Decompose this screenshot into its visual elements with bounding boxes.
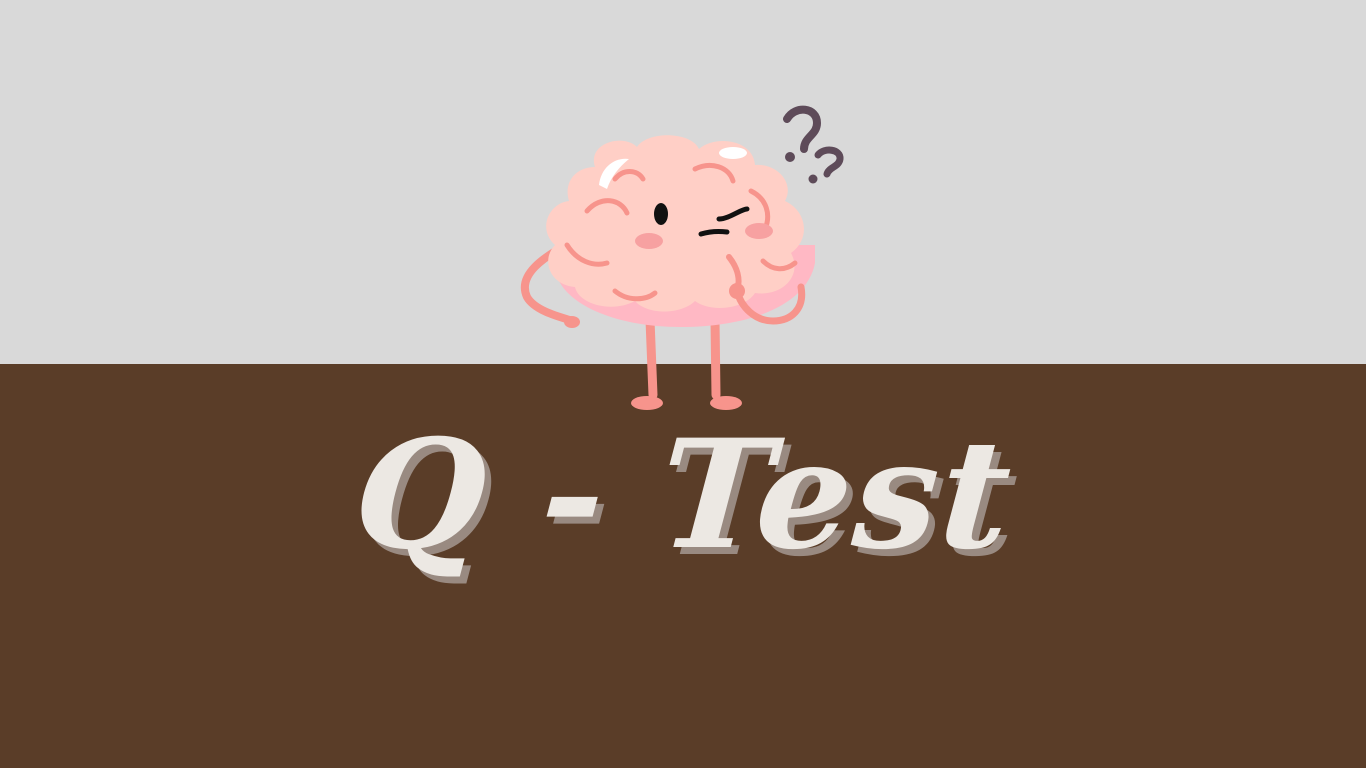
thinking-brain-illustration xyxy=(521,105,844,410)
brain-body xyxy=(546,135,815,327)
question-marks-icon xyxy=(783,105,844,184)
title: Q - Test Q - Test xyxy=(348,395,1024,595)
title-text: Q - Test Q - Test xyxy=(348,407,1024,590)
title-slide: Q - Test Q - Test xyxy=(0,0,1366,768)
title-main: Q - Test xyxy=(348,407,1018,583)
